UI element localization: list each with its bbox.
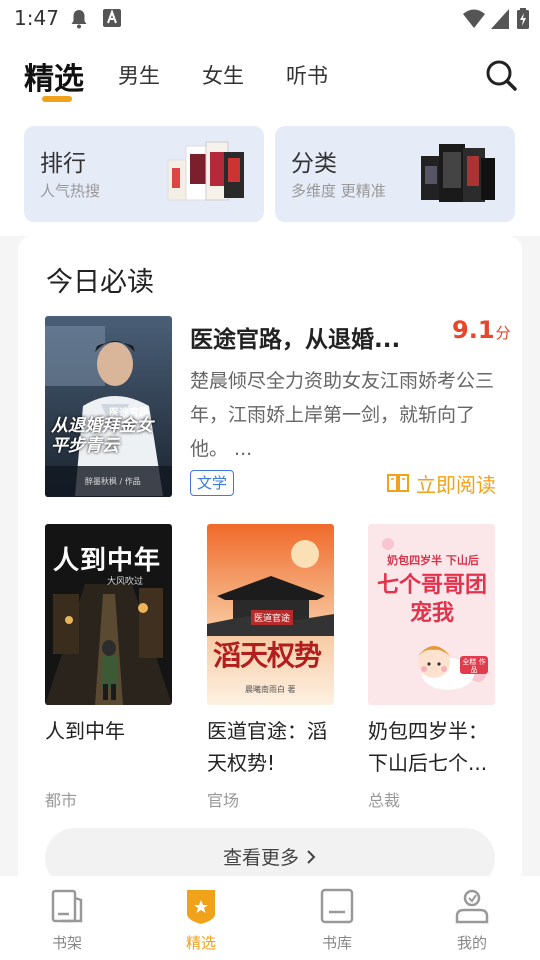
section-title: 今日必读 xyxy=(46,267,154,298)
book-cover-series: 医道官途 xyxy=(251,610,294,625)
category-card-subtitle: 多维度 更精准 xyxy=(291,182,386,200)
category-books-illustration xyxy=(421,144,495,202)
book-cover-title: 滔天权势 xyxy=(213,639,322,672)
search-icon[interactable] xyxy=(484,58,518,92)
book-cover[interactable]: 人到中年 大风吹过 xyxy=(45,524,172,705)
book-cover-author: 晨曦南雨白 著 xyxy=(245,685,296,694)
ranking-card-subtitle: 人气热搜 xyxy=(40,182,101,200)
featured-cover-main: 从退婚拜金女平步青云 xyxy=(51,416,153,456)
featured-book-title[interactable]: 医途官路，从退婚... xyxy=(190,320,430,354)
bookshelf-icon xyxy=(51,889,83,923)
nav-bookshelf-label: 书架 xyxy=(51,934,82,952)
featured-score-unit: 分 xyxy=(495,324,511,342)
featured-star-icon xyxy=(187,890,215,924)
battery-charging-icon xyxy=(517,8,529,29)
book-title: 人到中年 xyxy=(45,719,125,743)
book-card[interactable]: 人到中年 大风吹过 人到中年 都市 xyxy=(45,524,173,811)
book-category: 都市 xyxy=(45,791,78,810)
book-title: 医道官途：滔天权势! xyxy=(207,719,327,775)
book-card[interactable]: 医道官途 滔天权势 晨曦南雨白 著 医道官途：滔天权势! 官场 xyxy=(207,524,335,811)
app-notification-icon xyxy=(103,9,121,27)
notification-bell-icon xyxy=(71,10,87,29)
featured-cover-author: 醉墨秋枫 / 作品 xyxy=(85,477,141,486)
nav-library-label: 书库 xyxy=(321,934,352,952)
category-card[interactable]: 分类 多维度 更精准 xyxy=(275,126,515,222)
status-bar: 1:47 xyxy=(0,0,540,36)
see-more-label: 查看更多 xyxy=(222,847,299,869)
category-card-title: 分类 xyxy=(291,151,337,177)
open-book-icon xyxy=(387,474,409,492)
ranking-card-title: 排行 xyxy=(40,151,86,177)
featured-score-value: 9.1 xyxy=(452,316,495,344)
tab-audiobook[interactable]: 听书 xyxy=(286,60,328,90)
book-category: 官场 xyxy=(207,791,240,810)
read-now-label: 立即阅读 xyxy=(416,472,496,497)
book-cover-author: 大风吹过 xyxy=(107,577,144,587)
tab-female[interactable]: 女生 xyxy=(202,60,244,90)
ranking-books-illustration xyxy=(167,141,244,201)
top-header: 精选 男生 女生 听书 排行 人气热搜 分类 多维度 更精准 xyxy=(0,36,540,236)
book-cover-title: 人到中年 xyxy=(53,546,162,576)
library-icon xyxy=(320,888,354,924)
book-cover[interactable]: 医道官途 滔天权势 晨曦南雨白 著 xyxy=(207,524,334,705)
wifi-icon xyxy=(463,9,485,28)
featured-book-cover[interactable]: 医途官路 从退婚拜金女平步青云 醉墨秋枫 / 作品 xyxy=(45,316,172,497)
tab-male[interactable]: 男生 xyxy=(118,60,160,90)
status-time: 1:47 xyxy=(14,6,59,30)
book-category: 总裁 xyxy=(368,791,401,810)
featured-book-description: 楚晨倾尽全力资助女友江雨娇考公三年，江雨娇上岸第一剑，就斩向了他。 ... xyxy=(190,370,495,460)
profile-icon xyxy=(455,889,489,924)
nav-featured-label: 精选 xyxy=(185,934,216,952)
book-title: 奶包四岁半：下山后七个... xyxy=(368,719,488,775)
active-tab-indicator xyxy=(42,96,72,102)
featured-book-score: 9.1分 xyxy=(452,316,511,344)
book-cover-top: 奶包四岁半 下山后 xyxy=(387,554,479,567)
book-cover[interactable]: 奶包四岁半 下山后 七个哥哥团宠我 全糕 作品 xyxy=(368,524,495,705)
book-card[interactable]: 奶包四岁半 下山后 七个哥哥团宠我 全糕 作品 奶包四岁半：下山后七个... 总… xyxy=(368,524,496,811)
nav-profile[interactable]: 我的 xyxy=(437,886,507,953)
nav-bookshelf[interactable]: 书架 xyxy=(32,886,102,953)
tab-featured[interactable]: 精选 xyxy=(24,54,84,98)
nav-profile-label: 我的 xyxy=(456,934,487,952)
nav-featured[interactable]: 精选 xyxy=(166,886,236,953)
chevron-right-icon xyxy=(307,850,316,864)
read-now-button[interactable]: 立即阅读 xyxy=(386,468,496,498)
book-cover-badge: 全糕 作品 xyxy=(462,658,486,674)
cellular-signal-icon xyxy=(491,9,509,29)
bottom-navigation: 书架 精选 书库 我的 xyxy=(0,876,540,960)
featured-genre-tag: 文学 xyxy=(190,470,235,496)
book-cover-title: 七个哥哥团宠我 xyxy=(376,573,487,626)
daily-reading-section: 今日必读 医途官路 从退婚拜金女平步青云 醉墨秋枫 / 作品 医途官路，从退婚.… xyxy=(18,236,522,888)
nav-library[interactable]: 书库 xyxy=(302,886,372,953)
ranking-card[interactable]: 排行 人气热搜 xyxy=(24,126,264,222)
